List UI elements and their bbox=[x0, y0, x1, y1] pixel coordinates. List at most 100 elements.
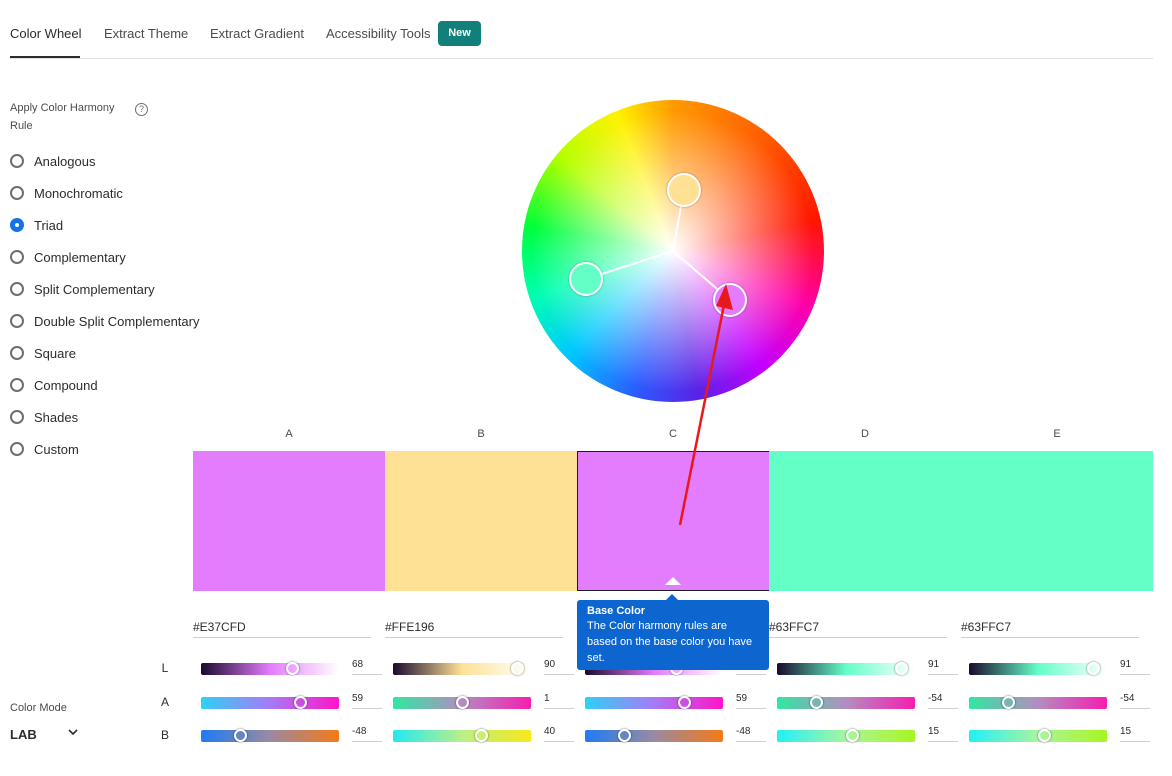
radio-button[interactable] bbox=[10, 186, 24, 200]
harmony-rule-heading: Apply Color Harmony Rule bbox=[10, 102, 115, 132]
slider-value-b-b[interactable]: 40 bbox=[544, 726, 574, 742]
tooltip-title: Base Color bbox=[587, 605, 646, 617]
slider-b-d[interactable] bbox=[777, 729, 915, 742]
harmony-rule-label: Monochromatic bbox=[34, 185, 123, 201]
wheel-handle-b[interactable] bbox=[667, 173, 701, 207]
slider-thumb[interactable] bbox=[1087, 662, 1101, 675]
column-letter-c: C bbox=[669, 428, 677, 440]
slider-value-l-a[interactable]: 68 bbox=[352, 659, 382, 675]
slider-thumb[interactable] bbox=[294, 696, 308, 709]
hex-input-e[interactable]: #63FFC7 bbox=[961, 616, 1139, 638]
color-mode-dropdown[interactable]: LAB bbox=[10, 724, 82, 744]
slider-thumb[interactable] bbox=[617, 729, 631, 742]
column-letter-d: D bbox=[861, 428, 869, 440]
row-label-b: B bbox=[160, 728, 169, 742]
color-swatch-d[interactable] bbox=[769, 451, 962, 591]
slider-value-l-b[interactable]: 90 bbox=[544, 659, 574, 675]
wheel-handle-base[interactable] bbox=[713, 283, 747, 317]
slider-b-a[interactable] bbox=[201, 729, 339, 742]
column-letter-e: E bbox=[1053, 428, 1061, 440]
slider-thumb[interactable] bbox=[845, 729, 859, 742]
hex-input-b[interactable]: #FFE196 bbox=[385, 616, 563, 638]
radio-button[interactable] bbox=[10, 442, 24, 456]
radio-button[interactable] bbox=[10, 410, 24, 424]
slider-thumb[interactable] bbox=[456, 696, 469, 709]
slider-l-b[interactable] bbox=[393, 662, 531, 675]
harmony-rule-double-split-complementary[interactable]: Double Split Complementary bbox=[10, 312, 199, 330]
harmony-rule-label: Square bbox=[34, 345, 76, 361]
slider-thumb[interactable] bbox=[678, 696, 692, 709]
radio-button[interactable] bbox=[10, 218, 24, 232]
hex-input-a[interactable]: #E37CFD bbox=[193, 616, 371, 638]
slider-thumb[interactable] bbox=[1037, 729, 1051, 742]
color-mode-value: LAB bbox=[10, 727, 37, 742]
harmony-rule-label: Custom bbox=[34, 441, 79, 457]
harmony-rule-analogous[interactable]: Analogous bbox=[10, 152, 95, 170]
radio-button[interactable] bbox=[10, 314, 24, 328]
slider-thumb[interactable] bbox=[511, 662, 525, 675]
slider-value-b-e[interactable]: 15 bbox=[1120, 726, 1150, 742]
slider-l-a[interactable] bbox=[201, 662, 339, 675]
slider-thumb[interactable] bbox=[895, 662, 909, 675]
color-swatch-e[interactable] bbox=[961, 451, 1153, 591]
column-letter-b: B bbox=[477, 428, 485, 440]
slider-value-l-d[interactable]: 91 bbox=[928, 659, 958, 675]
slider-thumb[interactable] bbox=[1001, 696, 1015, 709]
slider-a-a[interactable] bbox=[201, 696, 339, 709]
radio-button[interactable] bbox=[10, 154, 24, 168]
harmony-rule-shades[interactable]: Shades bbox=[10, 408, 78, 426]
slider-b-e[interactable] bbox=[969, 729, 1107, 742]
color-swatch-b[interactable] bbox=[385, 451, 578, 591]
harmony-rule-label: Triad bbox=[34, 217, 64, 233]
wheel-handle-d[interactable] bbox=[569, 262, 603, 296]
radio-button[interactable] bbox=[10, 250, 24, 264]
slider-b-b[interactable] bbox=[393, 729, 531, 742]
base-color-marker bbox=[665, 577, 681, 585]
slider-value-a-e[interactable]: -54 bbox=[1120, 693, 1150, 709]
harmony-rule-complementary[interactable]: Complementary bbox=[10, 248, 126, 266]
new-badge: New bbox=[438, 21, 481, 46]
radio-button[interactable] bbox=[10, 282, 24, 296]
slider-thumb[interactable] bbox=[233, 729, 247, 742]
radio-button[interactable] bbox=[10, 378, 24, 392]
harmony-rule-square[interactable]: Square bbox=[10, 344, 76, 362]
slider-value-a-c[interactable]: 59 bbox=[736, 693, 766, 709]
slider-a-c[interactable] bbox=[585, 696, 723, 709]
slider-thumb[interactable] bbox=[286, 662, 300, 675]
slider-value-a-d[interactable]: -54 bbox=[928, 693, 958, 709]
question-icon[interactable]: ? bbox=[135, 103, 148, 116]
harmony-rule-monochromatic[interactable]: Monochromatic bbox=[10, 184, 123, 202]
slider-b-c[interactable] bbox=[585, 729, 723, 742]
harmony-rule-custom[interactable]: Custom bbox=[10, 440, 79, 458]
base-color-tooltip: Base Color The Color harmony rules are b… bbox=[577, 600, 769, 670]
active-tab-underline bbox=[10, 56, 80, 58]
radio-button[interactable] bbox=[10, 346, 24, 360]
slider-value-l-e[interactable]: 91 bbox=[1120, 659, 1150, 675]
hex-input-d[interactable]: #63FFC7 bbox=[769, 616, 947, 638]
tab-accessibility-tools[interactable]: Accessibility Tools bbox=[326, 26, 431, 41]
slider-value-b-d[interactable]: 15 bbox=[928, 726, 958, 742]
color-swatch-a[interactable] bbox=[193, 451, 386, 591]
slider-thumb[interactable] bbox=[475, 729, 489, 742]
tab-color-wheel[interactable]: Color Wheel bbox=[10, 26, 82, 41]
slider-thumb[interactable] bbox=[809, 696, 823, 709]
harmony-rule-split-complementary[interactable]: Split Complementary bbox=[10, 280, 155, 298]
slider-l-d[interactable] bbox=[777, 662, 915, 675]
color-swatch-c[interactable] bbox=[577, 451, 770, 591]
slider-a-b[interactable] bbox=[393, 696, 531, 709]
slider-a-d[interactable] bbox=[777, 696, 915, 709]
tab-extract-gradient[interactable]: Extract Gradient bbox=[210, 26, 304, 41]
harmony-rule-label: Shades bbox=[34, 409, 79, 425]
harmony-rule-triad[interactable]: Triad bbox=[10, 216, 63, 234]
slider-value-a-b[interactable]: 1 bbox=[544, 693, 574, 709]
slider-value-a-a[interactable]: 59 bbox=[352, 693, 382, 709]
slider-l-e[interactable] bbox=[969, 662, 1107, 675]
tab-extract-theme[interactable]: Extract Theme bbox=[104, 26, 188, 41]
harmony-rule-compound[interactable]: Compound bbox=[10, 376, 98, 394]
harmony-rule-label: Double Split Complementary bbox=[34, 313, 200, 329]
slider-a-e[interactable] bbox=[969, 696, 1107, 709]
slider-value-b-a[interactable]: -48 bbox=[352, 726, 382, 742]
harmony-rule-label: Split Complementary bbox=[34, 281, 155, 297]
slider-value-b-c[interactable]: -48 bbox=[736, 726, 766, 742]
color-wheel[interactable] bbox=[522, 100, 824, 402]
